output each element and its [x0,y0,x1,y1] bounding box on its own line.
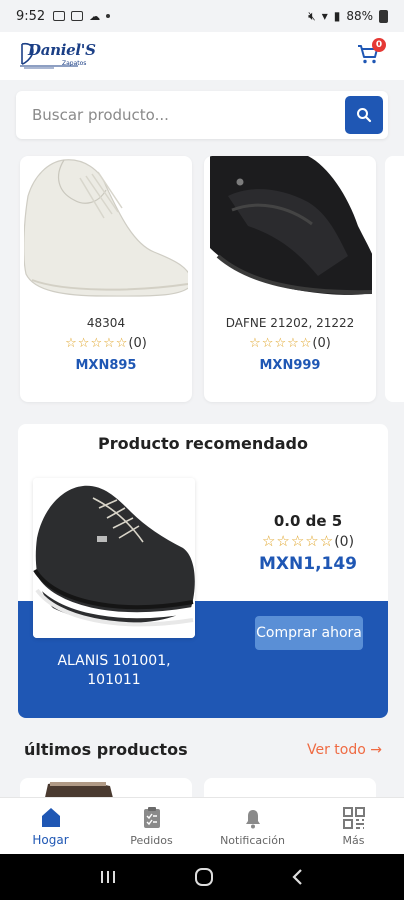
back-icon[interactable] [291,868,305,886]
cloud-icon: ☁ [89,9,101,23]
bell-icon [245,809,260,828]
recommended-product-image[interactable] [33,478,195,638]
product-name: DAFNE 21202, 21222 [225,316,355,330]
search-icon [357,108,372,123]
clipboard-icon [143,806,160,828]
recent-apps-icon[interactable] [99,869,117,885]
recommended-score: 0.0 de 5 [273,512,343,530]
nav-item-orders[interactable]: Pedidos [101,798,202,854]
nav-item-notifications[interactable]: Notificación [202,798,303,854]
latest-products-title: últimos productos [24,740,188,759]
rating-count: (0) [334,534,355,550]
star-rating-icon: ☆☆☆☆☆ [261,532,335,550]
nav-label: Notificación [220,833,285,847]
product-price: MXN895 [75,358,137,373]
cart-count-badge: 0 [372,38,386,52]
arrow-right-icon: → [370,742,382,758]
wifi-icon: ▾ [321,9,328,23]
recommended-rating: ☆☆☆☆☆(0) [238,532,378,550]
product-image[interactable] [208,156,372,304]
nav-label: Pedidos [130,833,173,847]
star-rating-icon: ☆☆☆☆☆ [249,336,313,351]
message-icon [71,11,84,21]
buy-now-button[interactable]: Comprar ahora [255,616,363,650]
battery-level: 88% [346,9,373,23]
app-header: Daniel'S Zapatos 0 [0,32,404,80]
more-dot-icon [106,14,111,18]
logo-subtext: Zapatos [62,60,87,67]
product-card[interactable]: 48304 ☆☆☆☆☆(0) MXN895 [20,156,192,402]
signal-icon: ▮ [333,9,341,23]
see-all-link[interactable]: Ver todo → [307,742,382,758]
product-rating: ☆☆☆☆☆(0) [20,336,192,351]
battery-icon [379,9,388,23]
nav-item-home[interactable]: Hogar [0,798,101,854]
bottom-navigation: Hogar Pedidos Notificación Más [0,797,404,854]
mute-icon: 🔇︎ [308,8,316,23]
status-notification-icons: ☁ [53,9,111,23]
product-card[interactable]: DAFNE 21202, 21222 ☆☆☆☆☆(0) MXN999 [204,156,376,402]
status-bar: 9:52 ☁ 🔇︎ ▾ ▮ 88% [0,0,404,32]
see-all-label: Ver todo [306,742,366,758]
grid-icon [342,806,365,829]
status-time: 9:52 [16,8,46,24]
cart-button[interactable]: 0 [356,38,386,68]
product-image[interactable] [24,156,188,304]
recommended-product-section: Producto recomendado ALANIS 101001, 1010… [18,424,388,718]
search-button[interactable] [345,96,383,134]
home-button-icon[interactable] [194,867,214,887]
search-bar [16,91,388,139]
recommended-title: Producto recomendado [98,434,308,453]
product-card-peek[interactable] [385,156,404,402]
rating-count: (0) [128,336,147,351]
nav-label: Más [342,833,365,847]
product-name: 48304 [86,316,126,330]
search-input[interactable] [16,91,345,139]
rating-count: (0) [312,336,331,351]
nav-label: Hogar [32,833,69,847]
product-rating: ☆☆☆☆☆(0) [204,336,376,351]
recommended-product-name: ALANIS 101001, 101011 [57,653,171,688]
brand-logo[interactable]: Daniel'S Zapatos [18,38,96,72]
recommended-price: MXN1,149 [258,554,358,574]
nav-item-more[interactable]: Más [303,798,404,854]
system-navigation-bar [0,854,404,900]
gallery-icon [53,11,66,21]
star-rating-icon: ☆☆☆☆☆ [65,336,129,351]
status-system-icons: 🔇︎ ▾ ▮ 88% [308,9,388,24]
product-price: MXN999 [259,358,321,373]
logo-text: Daniel'S [28,41,96,59]
home-icon [41,808,60,827]
